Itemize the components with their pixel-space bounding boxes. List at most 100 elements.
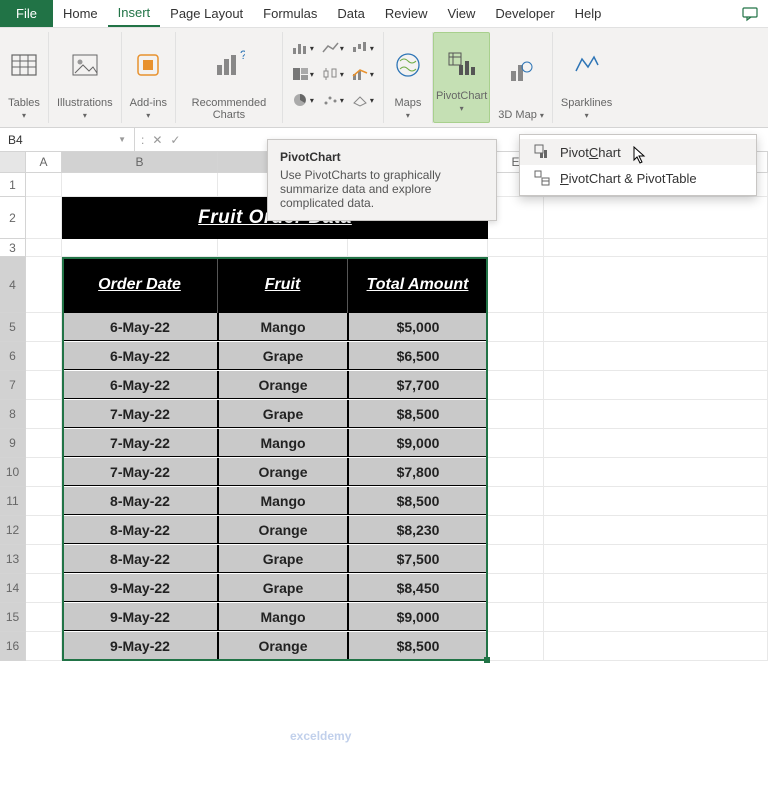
ribbon-group-recommended-charts[interactable]: ? Recommended Charts: [176, 32, 283, 123]
cell-date[interactable]: 6-May-22: [62, 313, 218, 341]
tab-formulas[interactable]: Formulas: [253, 0, 327, 27]
ribbon-group-3dmap[interactable]: 3D Map ▾: [490, 32, 553, 123]
cell-amount[interactable]: $7,700: [348, 371, 488, 399]
name-box[interactable]: B4▼: [0, 128, 135, 151]
cell-date[interactable]: 8-May-22: [62, 487, 218, 515]
cell-date[interactable]: 9-May-22: [62, 603, 218, 631]
chart-scatter-icon[interactable]: ▾: [319, 88, 347, 112]
row-header[interactable]: 1: [0, 173, 26, 197]
col-header-b[interactable]: B: [62, 152, 218, 172]
row-header[interactable]: 15: [0, 603, 26, 632]
row-header[interactable]: 14: [0, 574, 26, 603]
header-total-amount[interactable]: Total Amount: [348, 257, 488, 313]
cell-fruit[interactable]: Mango: [218, 313, 348, 341]
row-header[interactable]: 16: [0, 632, 26, 661]
chart-surface-icon[interactable]: ▾: [349, 88, 377, 112]
col-header-a[interactable]: A: [26, 152, 62, 172]
row-header[interactable]: 12: [0, 516, 26, 545]
chevron-down-icon: ▾: [22, 111, 26, 120]
row-header[interactable]: 9: [0, 429, 26, 458]
chart-pie-icon[interactable]: ▾: [289, 88, 317, 112]
cell-amount[interactable]: $9,000: [348, 429, 488, 457]
chevron-down-icon: ▾: [406, 111, 410, 120]
ribbon-group-maps[interactable]: Maps▾: [384, 32, 433, 123]
tooltip-body: Use PivotCharts to graphically summarize…: [280, 168, 484, 210]
cell-amount[interactable]: $8,500: [348, 487, 488, 515]
recommended-charts-label: Recommended Charts: [184, 97, 274, 123]
cell-amount[interactable]: $5,000: [348, 313, 488, 341]
cell-fruit[interactable]: Orange: [218, 458, 348, 486]
chart-column-icon[interactable]: ▾: [289, 36, 317, 60]
menu-pivotchart[interactable]: PPivotChart: [520, 139, 756, 165]
cell-fruit[interactable]: Grape: [218, 400, 348, 428]
header-order-date[interactable]: Order Date: [62, 257, 218, 313]
map3d-icon: [505, 55, 537, 87]
cell-fruit[interactable]: Grape: [218, 342, 348, 370]
cell-date[interactable]: 8-May-22: [62, 545, 218, 573]
tab-view[interactable]: View: [437, 0, 485, 27]
chart-statistic-icon[interactable]: ▾: [319, 62, 347, 86]
tab-help[interactable]: Help: [565, 0, 612, 27]
cell-fruit[interactable]: Grape: [218, 574, 348, 602]
chart-hierarchy-icon[interactable]: ▾: [289, 62, 317, 86]
cell-fruit[interactable]: Mango: [218, 603, 348, 631]
cell-date[interactable]: 6-May-22: [62, 371, 218, 399]
cell-amount[interactable]: $9,000: [348, 603, 488, 631]
cell-amount[interactable]: $8,500: [348, 400, 488, 428]
menu-pivotchart-pivottable[interactable]: PivotChart & PivotTable: [520, 165, 756, 191]
ribbon-group-tables[interactable]: Tables▾: [0, 32, 49, 123]
cell-date[interactable]: 6-May-22: [62, 342, 218, 370]
ribbon-group-illustrations[interactable]: Illustrations▾: [49, 32, 122, 123]
row-header[interactable]: 6: [0, 342, 26, 371]
pivotchart-tooltip: PivotChart Use PivotCharts to graphicall…: [267, 139, 497, 221]
chart-line-icon[interactable]: ▾: [319, 36, 347, 60]
chevron-down-icon: ▾: [460, 104, 464, 113]
file-tab[interactable]: File: [0, 0, 53, 27]
row-header[interactable]: 7: [0, 371, 26, 400]
cell-date[interactable]: 7-May-22: [62, 458, 218, 486]
tab-insert[interactable]: Insert: [108, 0, 161, 27]
formula-enter-icon[interactable]: ✓: [170, 133, 180, 147]
tab-page-layout[interactable]: Page Layout: [160, 0, 253, 27]
cell-fruit[interactable]: Orange: [218, 632, 348, 660]
cell-fruit[interactable]: Mango: [218, 429, 348, 457]
tab-home[interactable]: Home: [53, 0, 108, 27]
tab-developer[interactable]: Developer: [485, 0, 564, 27]
row-header[interactable]: 4: [0, 257, 26, 313]
select-all-corner[interactable]: [0, 152, 26, 172]
cell-date[interactable]: 8-May-22: [62, 516, 218, 544]
cell-fruit[interactable]: Orange: [218, 516, 348, 544]
tables-icon: [8, 49, 40, 81]
header-fruit[interactable]: Fruit: [218, 257, 348, 313]
cell-amount[interactable]: $8,450: [348, 574, 488, 602]
cell-amount[interactable]: $6,500: [348, 342, 488, 370]
row-header[interactable]: 10: [0, 458, 26, 487]
cell-amount[interactable]: $8,230: [348, 516, 488, 544]
cell-fruit[interactable]: Mango: [218, 487, 348, 515]
row-header[interactable]: 11: [0, 487, 26, 516]
tab-review[interactable]: Review: [375, 0, 438, 27]
cell-date[interactable]: 7-May-22: [62, 429, 218, 457]
cell-date[interactable]: 9-May-22: [62, 632, 218, 660]
cell-fruit[interactable]: Orange: [218, 371, 348, 399]
cell-date[interactable]: 7-May-22: [62, 400, 218, 428]
row-header[interactable]: 8: [0, 400, 26, 429]
cell-amount[interactable]: $8,500: [348, 632, 488, 660]
ribbon-group-addins[interactable]: Add-ins▾: [122, 32, 176, 123]
row-header[interactable]: 3: [0, 239, 26, 257]
cell-amount[interactable]: $7,800: [348, 458, 488, 486]
tab-data[interactable]: Data: [327, 0, 374, 27]
row-header[interactable]: 13: [0, 545, 26, 574]
cell-fruit[interactable]: Grape: [218, 545, 348, 573]
cell-date[interactable]: 9-May-22: [62, 574, 218, 602]
illustrations-icon: [69, 49, 101, 81]
ribbon-group-sparklines[interactable]: Sparklines▾: [553, 32, 612, 123]
chart-combo-icon[interactable]: ▾: [349, 62, 377, 86]
chart-waterfall-icon[interactable]: ▾: [349, 36, 377, 60]
cell-amount[interactable]: $7,500: [348, 545, 488, 573]
comments-button[interactable]: [732, 0, 768, 27]
row-header[interactable]: 5: [0, 313, 26, 342]
ribbon-pivotchart-button[interactable]: PivotChart▾: [433, 32, 490, 123]
formula-cancel-icon[interactable]: ✕: [152, 133, 162, 147]
row-header[interactable]: 2: [0, 197, 26, 239]
